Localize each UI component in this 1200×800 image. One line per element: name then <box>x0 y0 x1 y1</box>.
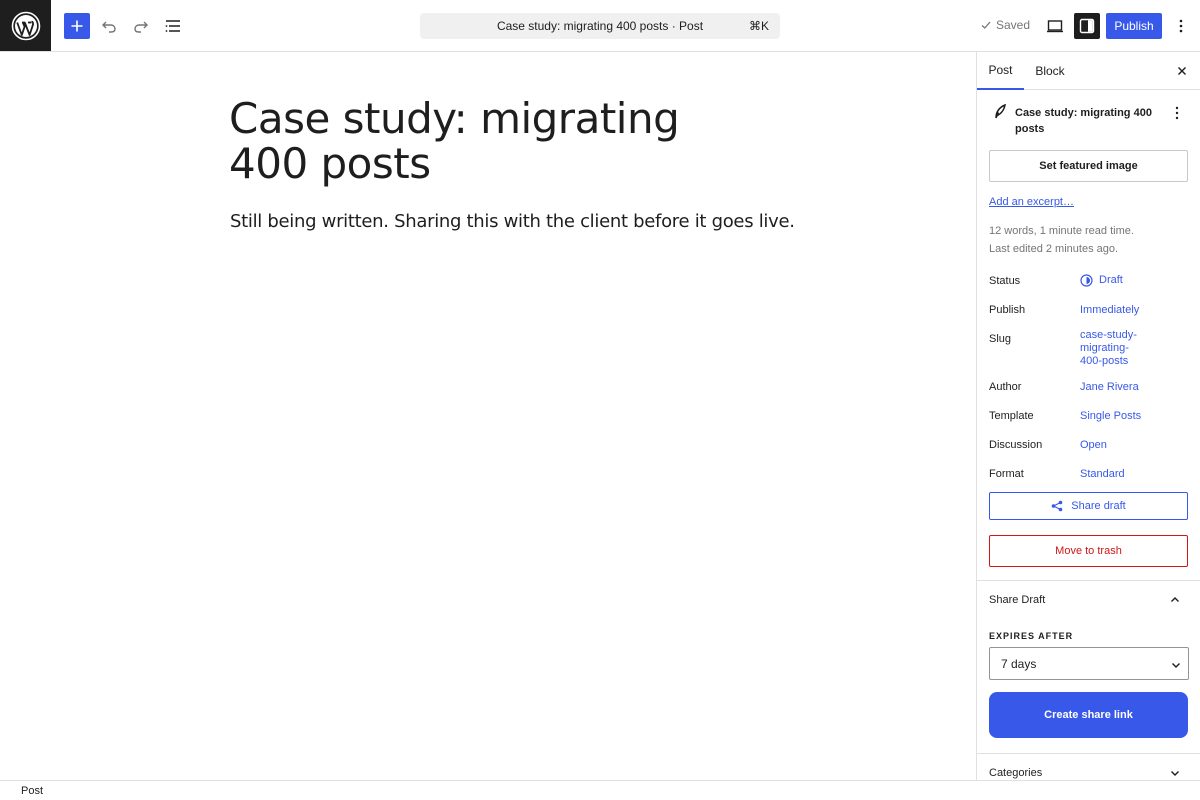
add-excerpt-link[interactable]: Add an excerpt… <box>989 196 1074 208</box>
chevron-up-icon <box>1171 597 1179 602</box>
redo-icon <box>134 21 148 33</box>
sidebar-icon <box>1079 18 1095 34</box>
post-icon <box>993 103 1007 123</box>
share-draft-label: Share draft <box>1071 500 1126 512</box>
slug-line: migrating- <box>1080 342 1129 354</box>
editor-canvas: Case study: migrating 400 posts Still be… <box>0 52 976 780</box>
close-icon <box>1178 67 1186 75</box>
share-icon <box>1051 500 1063 512</box>
last-edited: Last edited 2 minutes ago. <box>989 243 1119 255</box>
command-palette-bar[interactable]: Case study: migrating 400 posts · Post ⌘… <box>420 13 780 39</box>
format-label: Format <box>989 468 1024 480</box>
author-value[interactable]: Jane Rivera <box>1080 381 1139 394</box>
check-icon <box>981 21 991 29</box>
publish-date-value[interactable]: Immediately <box>1080 304 1139 317</box>
list-view-icon <box>165 20 180 32</box>
chevron-down-icon <box>1172 663 1180 668</box>
expires-after-select[interactable]: 7 days <box>989 647 1189 680</box>
move-to-trash-button[interactable]: Move to trash <box>989 535 1188 567</box>
draft-status-icon <box>1080 274 1093 287</box>
panel-divider <box>977 580 1200 581</box>
status-value[interactable]: Draft <box>1080 274 1123 287</box>
slug-value[interactable]: case-study- migrating- 400-posts <box>1080 329 1137 368</box>
saved-label: Saved <box>996 18 1031 32</box>
create-share-link-button[interactable]: Create share link <box>989 692 1188 738</box>
desktop-icon <box>1047 20 1063 33</box>
slug-line: case-study- <box>1080 329 1137 341</box>
share-draft-panel-toggle[interactable]: Share Draft <box>977 582 1200 618</box>
saved-status: Saved <box>980 18 1030 32</box>
categories-panel-toggle[interactable]: Categories <box>977 755 1200 780</box>
template-label: Template <box>989 410 1034 422</box>
tab-block[interactable]: Block <box>1027 52 1073 90</box>
chevron-down-icon <box>1171 771 1179 776</box>
post-title[interactable]: Case study: migrating 400 posts <box>229 96 749 186</box>
undo-icon <box>102 21 116 33</box>
publish-label: Publish <box>989 304 1026 316</box>
author-label: Author <box>989 381 1022 393</box>
block-breadcrumb-bar: Post <box>0 780 1200 800</box>
share-draft-button[interactable]: Share draft <box>989 492 1188 520</box>
post-meta-info: 12 words, 1 minute read time. Last edite… <box>989 222 1189 258</box>
post-actions-button[interactable] <box>1169 104 1185 122</box>
panel-divider <box>977 753 1200 754</box>
publish-button[interactable]: Publish <box>1106 13 1162 39</box>
sidebar-tabs: Post Block <box>977 52 1200 90</box>
post-card-title: Case study: migrating 400 posts <box>1015 107 1152 135</box>
options-menu-button[interactable] <box>1168 13 1194 39</box>
block-inserter-button[interactable] <box>64 13 90 39</box>
more-vertical-icon <box>1179 19 1183 33</box>
redo-button[interactable] <box>128 13 154 39</box>
slug-line: 400-posts <box>1080 355 1129 367</box>
discussion-value[interactable]: Open <box>1080 439 1107 452</box>
wordpress-logo-icon[interactable] <box>0 0 51 51</box>
expires-after-label: EXPIRES AFTER <box>989 631 1074 641</box>
status-value-text: Draft <box>1099 274 1123 286</box>
document-overview-button[interactable] <box>160 13 186 39</box>
format-value[interactable]: Standard <box>1080 468 1125 481</box>
undo-button[interactable] <box>96 13 122 39</box>
more-vertical-icon <box>1175 106 1179 120</box>
settings-sidebar: Post Block Case study: migrating 400 pos… <box>976 52 1200 780</box>
expires-after-value: 7 days <box>1001 656 1037 671</box>
close-sidebar-button[interactable] <box>1173 62 1191 80</box>
paragraph-block[interactable]: Still being written. Sharing this with t… <box>230 209 830 235</box>
plus-icon <box>71 20 83 32</box>
template-value[interactable]: Single Posts <box>1080 410 1141 423</box>
breadcrumb-post[interactable]: Post <box>21 785 43 797</box>
tab-post[interactable]: Post <box>977 52 1024 90</box>
slug-label: Slug <box>989 333 1012 345</box>
set-featured-image-button[interactable]: Set featured image <box>989 150 1188 182</box>
document-title: Case study: migrating 400 posts · Post <box>496 19 704 33</box>
preview-button[interactable] <box>1042 13 1068 39</box>
status-label: Status <box>989 275 1021 287</box>
settings-toggle-button[interactable] <box>1074 13 1100 39</box>
share-draft-panel-title: Share Draft <box>989 594 1046 606</box>
editor-header: Case study: migrating 400 posts · Post ⌘… <box>0 0 1200 52</box>
word-count: 12 words, 1 minute read time. <box>989 225 1134 237</box>
discussion-label: Discussion <box>989 439 1043 451</box>
command-shortcut-hint: ⌘K <box>748 19 769 33</box>
categories-panel-title: Categories <box>989 767 1043 779</box>
